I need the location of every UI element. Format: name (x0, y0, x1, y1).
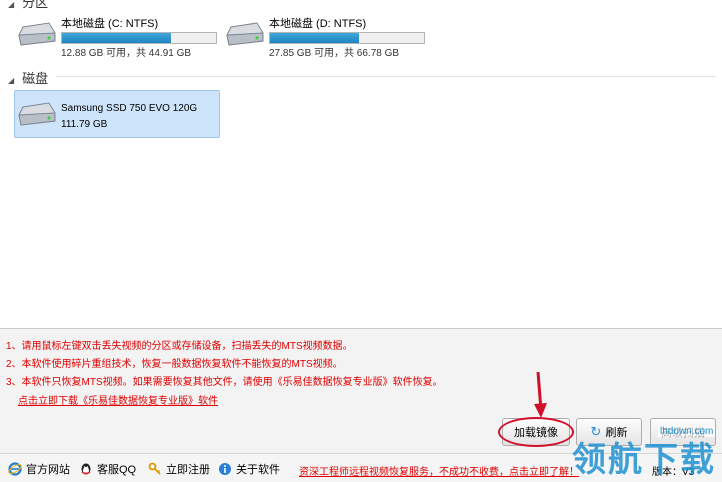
hard-disk-icon (226, 22, 264, 46)
partition-item-c[interactable]: 本地磁盘 (C: NTFS) 12.88 GB 可用，共 44.91 GB (14, 10, 222, 60)
key-icon (148, 462, 161, 475)
about-link[interactable]: 关于软件 (218, 461, 280, 477)
official-website-link[interactable]: 官方网站 (8, 461, 70, 477)
collapse-triangle-icon: ◢ (8, 0, 15, 9)
disk-item-samsung[interactable]: Samsung SSD 750 EVO 120G 111.79 GB (14, 90, 220, 138)
load-image-label: 加载镜像 (514, 427, 558, 439)
partitions-section-title: 分区 (22, 0, 49, 10)
support-qq-label: 客服QQ (97, 464, 137, 476)
info-icon (219, 463, 231, 475)
about-label: 关于软件 (236, 464, 280, 476)
collapse-triangle-icon: ◢ (8, 76, 15, 85)
app-window: ◢ 分区 本地磁盘 (C: NTFS) 12.88 GB 可用，共 44.91 G… (0, 0, 722, 482)
partition-usage-text: 12.88 GB 可用，共 44.91 GB (61, 48, 192, 59)
partition-usage-bar (269, 32, 425, 44)
disks-section-title: 磁盘 (22, 71, 49, 86)
qq-penguin-icon (81, 463, 91, 475)
remote-service-link[interactable]: 资深工程师远程视频恢复服务，不成功不收费，点击立即了解！ (299, 463, 579, 478)
support-qq-link[interactable]: 客服QQ (79, 461, 136, 477)
disks-section-header[interactable]: ◢ 磁盘 (8, 68, 48, 87)
section-divider (56, 76, 716, 77)
watermark-url: lhdown.com (658, 426, 716, 437)
hard-disk-icon (18, 102, 56, 126)
register-link[interactable]: 立即注册 (148, 461, 210, 477)
tip-line-2: 2、本软件使用碎片重组技术，恢复一般数据恢复软件不能恢复的MTS视频。 (6, 359, 343, 370)
annotation-arrow-icon (534, 371, 547, 418)
disk-size: 111.79 GB (61, 119, 108, 130)
tip-line-1: 1、请用鼠标左键双击丢失视频的分区或存储设备，扫描丢失的MTS视频数据。 (6, 341, 353, 352)
ie-browser-icon (8, 462, 22, 476)
load-image-button[interactable]: 加载镜像 (502, 418, 570, 446)
device-panel: ◢ 分区 本地磁盘 (C: NTFS) 12.88 GB 可用，共 44.91 G… (0, 0, 722, 329)
partition-usage-fill (270, 33, 360, 43)
watermark-logo: 领航下载 (572, 440, 716, 480)
download-pro-link[interactable]: 点击立即下载《乐易佳数据恢复专业版》软件 (18, 392, 218, 407)
register-label: 立即注册 (166, 464, 210, 476)
partition-usage-bar (61, 32, 217, 44)
partition-name: 本地磁盘 (C: NTFS) (61, 18, 159, 30)
partition-usage-text: 27.85 GB 可用，共 66.78 GB (269, 48, 400, 59)
tip-line-3: 3、本软件只恢复MTS视频。如果需要恢复其他文件，请使用《乐易佳数据恢复专业版》… (6, 377, 443, 388)
partition-item-d[interactable]: 本地磁盘 (D: NTFS) 27.85 GB 可用，共 66.78 GB (222, 10, 430, 60)
partition-usage-fill (62, 33, 172, 43)
hard-disk-icon (18, 22, 56, 46)
disk-name: Samsung SSD 750 EVO 120G (61, 103, 198, 114)
partition-name: 本地磁盘 (D: NTFS) (269, 18, 367, 30)
official-website-label: 官方网站 (26, 464, 70, 476)
